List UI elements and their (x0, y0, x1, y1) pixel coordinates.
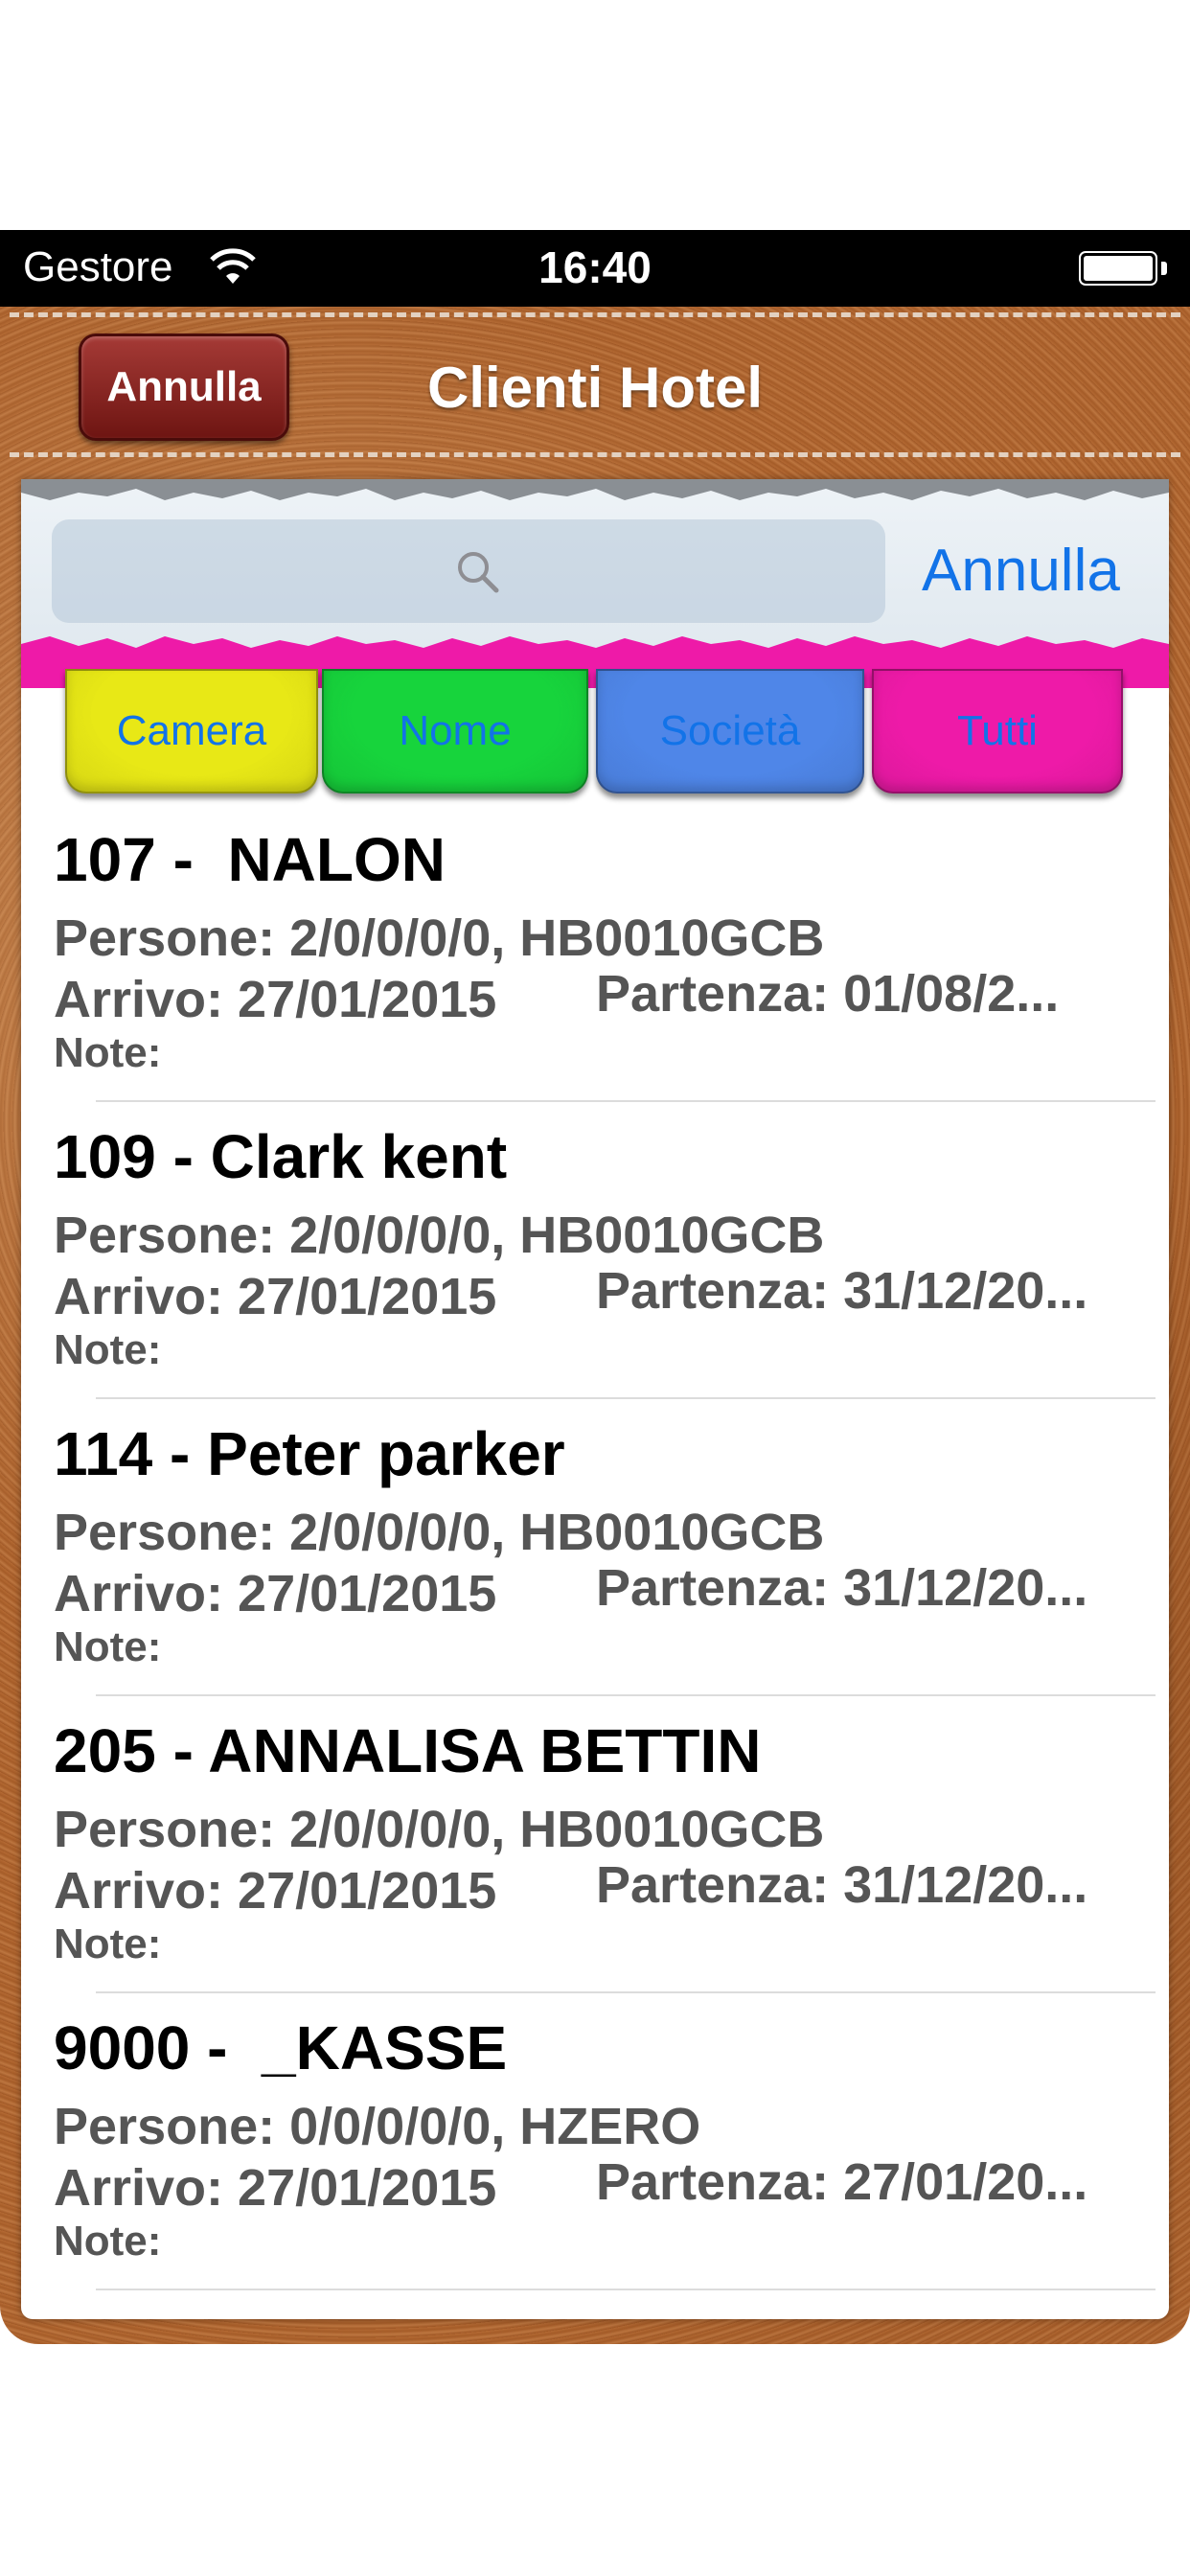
list-item[interactable]: 114 - Peter parker Persone: 2/0/0/0/0, H… (21, 1399, 1169, 1696)
client-note: Note: (54, 1920, 162, 1967)
client-arrival: Arrivo: 27/01/2015 (54, 971, 497, 1028)
page-title: Clienti Hotel (426, 356, 763, 420)
content-sheet: Annulla Camera Nome Società Tutti 107 - … (21, 479, 1169, 2319)
client-note: Note: (54, 1623, 162, 1670)
client-note: Note: (54, 1029, 162, 1076)
client-title: 9000 - _KASSE (54, 2013, 508, 2082)
list-item[interactable]: 109 - Clark kent Persone: 2/0/0/0/0, HB0… (21, 1102, 1169, 1399)
row-divider (96, 2288, 1156, 2290)
client-arrival: Arrivo: 27/01/2015 (54, 1268, 497, 1325)
list-item[interactable]: 107 - NALON Persone: 2/0/0/0/0, HB0010GC… (21, 805, 1169, 1102)
client-persons: Persone: 0/0/0/0/0, HZERO (54, 2098, 701, 2155)
client-persons: Persone: 2/0/0/0/0, HB0010GCB (54, 1504, 825, 1561)
client-arrival: Arrivo: 27/01/2015 (54, 1565, 497, 1622)
client-persons: Persone: 2/0/0/0/0, HB0010GCB (54, 1801, 825, 1858)
client-title: 107 - NALON (54, 825, 446, 894)
client-title: 109 - Clark kent (54, 1122, 508, 1191)
client-departure: Partenza: 27/01/20... (596, 2153, 1088, 2211)
search-bar: Annulla (21, 479, 1169, 688)
clients-list: 107 - NALON Persone: 2/0/0/0/0, HB0010GC… (21, 805, 1169, 2290)
status-bar: Gestore 16:40 (0, 230, 1190, 307)
client-departure: Partenza: 01/08/2... (596, 965, 1060, 1023)
client-departure: Partenza: 31/12/20... (596, 1559, 1088, 1617)
tab-nome[interactable]: Nome (322, 669, 588, 794)
client-persons: Persone: 2/0/0/0/0, HB0010GCB (54, 1207, 825, 1264)
battery-icon (1079, 251, 1167, 288)
clock: 16:40 (538, 242, 652, 292)
search-icon (458, 552, 499, 593)
client-departure: Partenza: 31/12/20... (596, 1262, 1088, 1320)
client-persons: Persone: 2/0/0/0/0, HB0010GCB (54, 909, 825, 967)
client-arrival: Arrivo: 27/01/2015 (54, 2159, 497, 2217)
search-cancel-button[interactable]: Annulla (922, 537, 1120, 605)
list-item[interactable]: 205 - ANNALISA BETTIN Persone: 2/0/0/0/0… (21, 1696, 1169, 1993)
stitch-top (10, 312, 1180, 317)
list-item[interactable]: 9000 - _KASSE Persone: 0/0/0/0/0, HZERO … (21, 1993, 1169, 2290)
client-title: 114 - Peter parker (54, 1419, 565, 1488)
tab-camera[interactable]: Camera (65, 669, 318, 794)
filter-tabs: Camera Nome Società Tutti (21, 669, 1169, 813)
client-arrival: Arrivo: 27/01/2015 (54, 1862, 497, 1920)
client-departure: Partenza: 31/12/20... (596, 1856, 1088, 1914)
stitch-bottom (10, 452, 1180, 457)
search-input[interactable] (52, 519, 885, 623)
client-title: 205 - ANNALISA BETTIN (54, 1716, 762, 1785)
tab-tutti[interactable]: Tutti (872, 669, 1123, 794)
tab-societa[interactable]: Società (596, 669, 864, 794)
app-screen: Gestore 16:40 Annulla Clienti Hotel Annu… (0, 230, 1190, 2344)
client-note: Note: (54, 2218, 162, 2265)
torn-paper-edge (21, 479, 1169, 500)
client-note: Note: (54, 1326, 162, 1373)
